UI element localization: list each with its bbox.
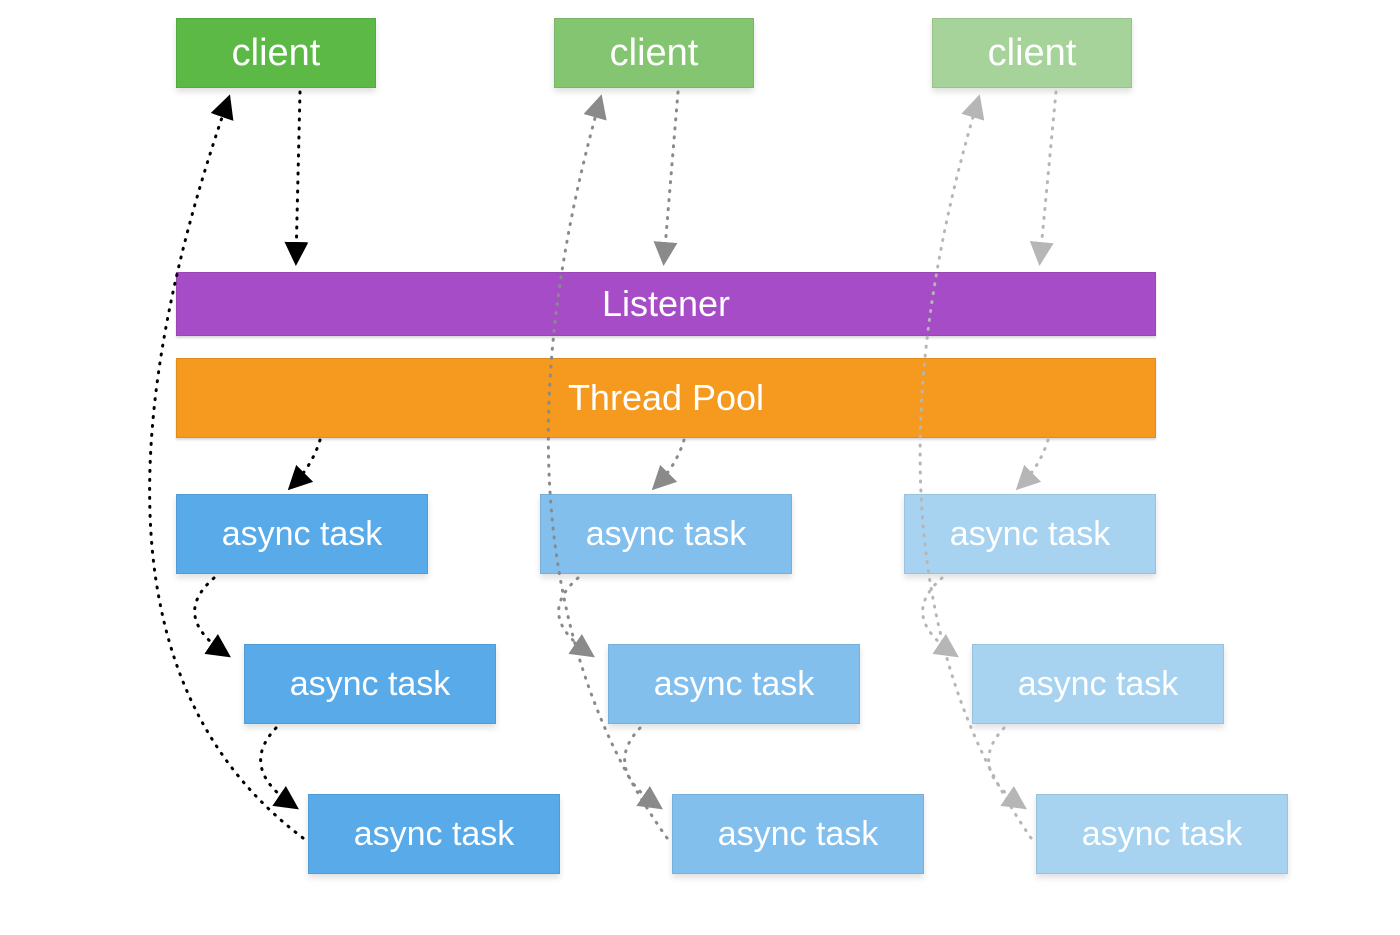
async-task-box: async task [972,644,1224,724]
diagram-stage: client client client Listener Thread Poo… [0,0,1400,935]
async-task-label: async task [718,815,879,854]
async-task-label: async task [290,665,451,704]
async-task-box: async task [308,794,560,874]
async-task-box: async task [672,794,924,874]
async-task-box: async task [1036,794,1288,874]
arrow-task2-to-task3 [261,728,294,806]
arrow-task3-to-client [920,100,1031,838]
client-label: client [232,32,321,75]
thread-pool-label: Thread Pool [568,377,764,419]
arrow-task3-to-client [548,100,667,838]
arrow-group-col1 [150,92,320,838]
arrow-task2-to-task3 [989,728,1022,806]
client-box-3: client [932,18,1132,88]
async-task-box: async task [904,494,1156,574]
arrow-task1-to-task2 [559,578,590,654]
arrow-task2-to-task3 [625,728,658,806]
client-box-2: client [554,18,754,88]
arrow-group-col2 [548,92,684,838]
async-task-label: async task [586,515,747,554]
async-task-box: async task [608,644,860,724]
arrow-pool-to-task1 [292,440,320,486]
arrow-client-to-listener [664,92,678,260]
arrow-client-to-listener [296,92,300,260]
arrow-pool-to-task1 [1020,440,1048,486]
arrow-task1-to-task2 [195,578,226,654]
async-task-label: async task [654,665,815,704]
async-task-label: async task [1018,665,1179,704]
async-task-box: async task [540,494,792,574]
arrow-group-col3 [920,92,1056,838]
async-task-label: async task [1082,815,1243,854]
arrow-pool-to-task1 [656,440,684,486]
listener-label: Listener [602,283,730,325]
async-task-label: async task [950,515,1111,554]
client-label: client [610,32,699,75]
arrow-task3-to-client [150,100,303,838]
arrow-task1-to-task2 [923,578,954,654]
async-task-box: async task [176,494,428,574]
listener-box: Listener [176,272,1156,336]
async-task-label: async task [222,515,383,554]
client-label: client [988,32,1077,75]
client-box-1: client [176,18,376,88]
async-task-label: async task [354,815,515,854]
async-task-box: async task [244,644,496,724]
arrow-client-to-listener [1040,92,1056,260]
thread-pool-box: Thread Pool [176,358,1156,438]
